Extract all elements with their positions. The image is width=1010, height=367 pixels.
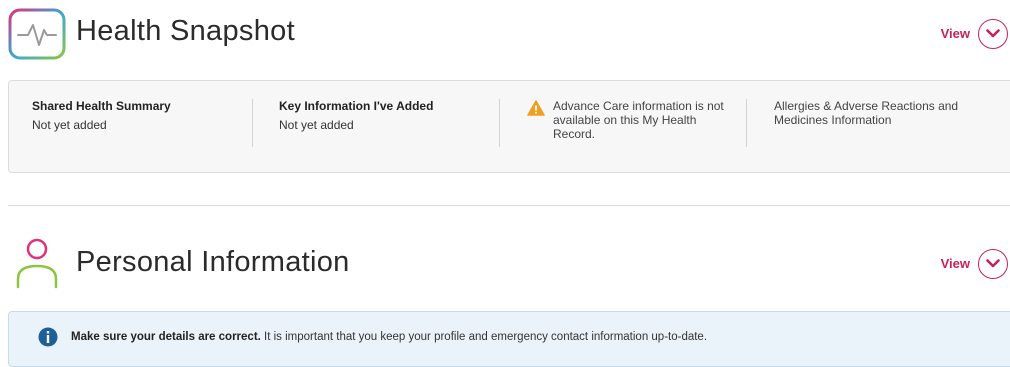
chevron-down-icon bbox=[986, 29, 1000, 38]
info-icon bbox=[38, 327, 58, 352]
info-banner-text: Make sure your details are correct. It i… bbox=[71, 331, 707, 343]
personal-information-expand-button[interactable] bbox=[978, 249, 1008, 279]
shared-health-summary: Shared Health Summary Not yet added bbox=[32, 99, 242, 132]
advance-care-notice: Advance Care information is not availabl… bbox=[527, 99, 727, 141]
shared-health-summary-title: Shared Health Summary bbox=[32, 99, 171, 113]
warning-icon bbox=[527, 100, 545, 119]
column-divider bbox=[746, 99, 747, 147]
personal-information-header: Personal Information View bbox=[0, 232, 1010, 292]
key-information: Key Information I've Added Not yet added bbox=[279, 99, 489, 132]
info-banner-bold-text: Make sure your details are correct. bbox=[71, 331, 261, 343]
allergies-medicines-text: Allergies & Adverse Reactions and Medici… bbox=[774, 99, 959, 127]
health-snapshot-header: Health Snapshot View bbox=[0, 3, 1010, 63]
person-icon bbox=[8, 237, 66, 289]
column-divider bbox=[252, 99, 253, 147]
info-banner-message: It is important that you keep your profi… bbox=[260, 331, 708, 343]
key-information-value: Not yet added bbox=[279, 118, 354, 132]
info-banner: Make sure your details are correct. It i… bbox=[8, 311, 1010, 367]
advance-care-text: Advance Care information is not availabl… bbox=[553, 99, 724, 141]
personal-information-title: Personal Information bbox=[76, 246, 350, 278]
personal-information-view-link[interactable]: View bbox=[941, 256, 970, 271]
chevron-down-icon bbox=[986, 259, 1000, 268]
column-divider bbox=[499, 99, 500, 147]
health-snapshot-expand-button[interactable] bbox=[978, 19, 1008, 49]
health-snapshot-title: Health Snapshot bbox=[76, 15, 295, 47]
health-snapshot-view-link[interactable]: View bbox=[941, 26, 970, 41]
allergies-medicines: Allergies & Adverse Reactions and Medici… bbox=[774, 99, 974, 127]
shared-health-summary-value: Not yet added bbox=[32, 118, 107, 132]
section-divider bbox=[8, 205, 1010, 206]
health-snapshot-summary: Shared Health Summary Not yet added Key … bbox=[8, 80, 1010, 173]
heartbeat-icon bbox=[8, 8, 66, 60]
key-information-title: Key Information I've Added bbox=[279, 99, 434, 113]
